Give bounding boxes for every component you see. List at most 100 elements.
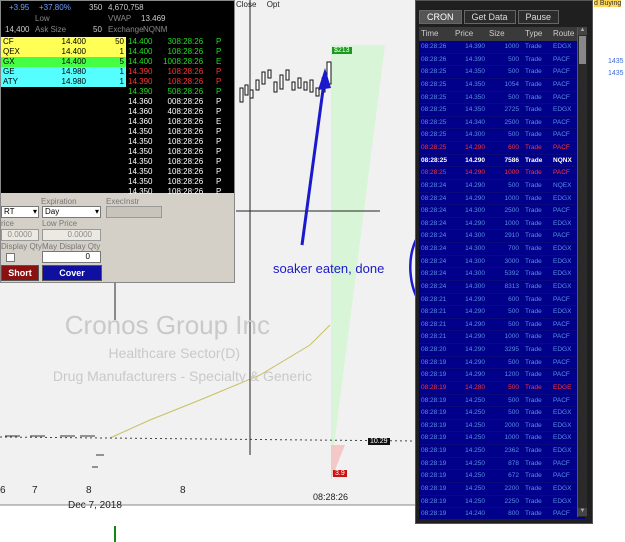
exchange-label: Exchange <box>108 25 144 34</box>
right-label: d Buying <box>594 0 622 7</box>
trade-row[interactable]: 08:28:24 14.300 8313 Trade EDGX <box>419 281 585 294</box>
col-price[interactable]: Price <box>451 27 485 41</box>
pause-button[interactable]: Pause <box>517 10 560 24</box>
trade-row[interactable]: 08:28:21 14.290 500 Trade EDGX <box>419 306 585 319</box>
ts-table-body[interactable]: 08:28:26 14.390 1000 Trade EDGX 08:28:26 14.39… <box>419 41 585 519</box>
trade-row[interactable]: 08:28:25 14.290 1000 Trade PACF <box>419 167 585 180</box>
level-row[interactable]: GX 14.400 5 <box>1 57 126 67</box>
trade-row[interactable]: 08:28:19 14.290 1200 Trade PACF <box>419 369 585 382</box>
scroll-up-icon[interactable]: ▲ <box>578 27 587 35</box>
x-axis-label: 8 <box>86 485 92 496</box>
quote-field: 350 <box>89 3 103 12</box>
print-row: 14.360 408:28:26 P <box>128 107 222 116</box>
short-button[interactable]: Short <box>1 265 39 281</box>
trade-row[interactable]: 08:28:25 14.340 2500 Trade PACF <box>419 117 585 130</box>
trade-row[interactable]: 08:28:24 14.300 700 Trade EDGX <box>419 243 585 256</box>
trade-row[interactable]: 08:28:25 14.350 500 Trade PACF <box>419 92 585 105</box>
bid-levels: CF 14.400 50 QEX 14.400 1 GX 14.400 5 GE 14.980… <box>1 37 126 87</box>
trade-row[interactable]: 08:28:19 14.240 800 Trade PACF <box>419 508 585 519</box>
trade-row[interactable]: 08:28:24 14.300 5392 Trade EDGX <box>419 268 585 281</box>
x-axis-label: 7 <box>32 485 38 496</box>
ts-scrollbar[interactable]: ▲ ▼ <box>577 27 587 517</box>
trade-row[interactable]: 08:28:19 14.250 2250 Trade EDGX <box>419 496 585 509</box>
change-value: +3.95 <box>9 3 30 12</box>
print-row: 14.400 308:28:26 P <box>128 37 222 46</box>
price-label: rice <box>1 219 14 228</box>
trade-row[interactable]: 08:28:19 14.290 500 Trade PACF <box>419 357 585 370</box>
trade-row[interactable]: 08:28:20 14.290 3295 Trade EDGX <box>419 344 585 357</box>
print-row: 14.360 108:28:26 E <box>128 117 222 126</box>
trade-row[interactable]: 08:28:25 14.290 600 Trade PACF <box>419 142 585 155</box>
menu-close[interactable]: Close <box>236 0 256 9</box>
max-display-label: May Display Qty <box>42 242 101 251</box>
print-row: 14.350 108:28:26 P <box>128 127 222 136</box>
sector-name: Healthcare Sector(D) <box>108 345 241 361</box>
trade-row[interactable]: 08:28:24 14.300 2910 Trade PACF <box>419 230 585 243</box>
tab-symbol[interactable]: CRON <box>419 10 462 24</box>
level-row[interactable]: CF 14.400 50 <box>1 37 126 47</box>
trade-row[interactable]: 08:28:19 14.250 500 Trade EDGX <box>419 407 585 420</box>
level-row[interactable]: ATY 14.980 1 <box>1 77 126 87</box>
level2-order-window[interactable]: +3.95 +37.80% 350 4,670,758 Low VWAP 13.… <box>0 0 235 283</box>
trade-row[interactable]: 08:28:19 14.250 672 Trade PACF <box>419 470 585 483</box>
trade-row[interactable]: 08:28:24 14.300 3000 Trade EDGX <box>419 256 585 269</box>
trade-row[interactable]: 08:28:25 14.350 500 Trade PACF <box>419 66 585 79</box>
trade-row[interactable]: 08:28:25 14.300 500 Trade PACF <box>419 129 585 142</box>
trade-row[interactable]: 08:28:25 14.290 7586 Trade NQNX <box>419 155 585 168</box>
industry-name: Drug Manufacturers - Specialty & Generic <box>52 368 312 384</box>
get-data-button[interactable]: Get Data <box>463 10 516 24</box>
limit-price-label: Low Price <box>42 219 78 228</box>
trade-row[interactable]: 08:28:19 14.250 2200 Trade EDGX <box>419 483 585 496</box>
scroll-down-icon[interactable]: ▼ <box>578 508 587 516</box>
col-type[interactable]: Type <box>519 27 549 41</box>
time-sales-mini: 14.400 308:28:26 P 14.400 108:28:26 P 14.400 10… <box>128 37 234 197</box>
right-label: 1435 <box>608 58 624 65</box>
trade-row[interactable]: 08:28:21 14.290 500 Trade PACF <box>419 319 585 332</box>
price-input[interactable]: 0.0000 <box>1 229 39 241</box>
trade-row[interactable]: 08:28:19 14.250 500 Trade PACF <box>419 395 585 408</box>
expiration-select[interactable]: Day ▾ <box>42 206 101 218</box>
menu-bar: Close Opt <box>236 0 280 9</box>
date-label: Dec 7, 2018 <box>68 500 122 511</box>
ts-header: Time Price Size Type Route <box>419 27 585 41</box>
trade-row[interactable]: 08:28:21 14.290 600 Trade PACF <box>419 294 585 307</box>
display-qty-label: Display Qty <box>1 242 42 251</box>
trade-row[interactable]: 08:28:21 14.290 1000 Trade PACF <box>419 331 585 344</box>
time-and-sales-window[interactable]: CRON Get Data Pause Time Price Size Type R… <box>415 0 593 524</box>
menu-opt[interactable]: Opt <box>267 0 280 9</box>
trade-row[interactable]: 08:28:19 14.250 2362 Trade EDGX <box>419 445 585 458</box>
trade-row[interactable]: 08:28:24 14.300 2500 Trade PACF <box>419 205 585 218</box>
limit-price-input[interactable]: 0.0000 <box>42 229 101 241</box>
right-label: 1435 <box>608 70 624 77</box>
cover-button[interactable]: Cover <box>42 265 102 281</box>
quote-header: +3.95 +37.80% 350 4,670,758 Low VWAP 13.… <box>1 1 234 37</box>
trade-row[interactable]: 08:28:19 14.280 500 Trade EDGE <box>419 382 585 395</box>
trade-row[interactable]: 08:28:24 14.290 500 Trade NQEX <box>419 180 585 193</box>
print-row: 14.390 508:28:26 P <box>128 87 222 96</box>
chevron-down-icon: ▾ <box>32 207 37 216</box>
chevron-down-icon: ▾ <box>94 207 99 216</box>
col-size[interactable]: Size <box>485 27 519 41</box>
execinstr-select[interactable] <box>106 206 162 218</box>
annotation-text: soaker eaten, done <box>273 261 385 276</box>
exchange-value: NQNM <box>143 25 168 34</box>
execinstr-label: ExecInstr <box>106 197 140 206</box>
trade-row[interactable]: 08:28:24 14.290 1000 Trade EDGX <box>419 193 585 206</box>
scroll-thumb[interactable] <box>579 36 586 64</box>
level-row[interactable]: GE 14.980 1 <box>1 67 126 77</box>
trade-row[interactable]: 08:28:25 14.350 1054 Trade PACF <box>419 79 585 92</box>
price-tag-top: $213 <box>332 47 352 54</box>
trade-row[interactable]: 08:28:25 14.350 2725 Trade EDGX <box>419 104 585 117</box>
low-label: Low <box>35 14 50 23</box>
display-qty-checkbox[interactable] <box>6 253 15 262</box>
col-time[interactable]: Time <box>419 27 451 41</box>
max-display-input[interactable]: 0 <box>42 251 101 263</box>
level-row[interactable]: QEX 14.400 1 <box>1 47 126 57</box>
trade-row[interactable]: 08:28:19 14.250 2000 Trade EDGX <box>419 420 585 433</box>
trade-row[interactable]: 08:28:26 14.390 1000 Trade EDGX <box>419 41 585 54</box>
trade-row[interactable]: 08:28:19 14.250 1000 Trade EDGX <box>419 432 585 445</box>
trade-row[interactable]: 08:28:26 14.390 500 Trade PACF <box>419 54 585 67</box>
trade-row[interactable]: 08:28:24 14.290 1000 Trade EDGX <box>419 218 585 231</box>
trade-row[interactable]: 08:28:19 14.250 878 Trade PACF <box>419 458 585 471</box>
order-type-select[interactable]: RT ▾ <box>1 206 39 218</box>
